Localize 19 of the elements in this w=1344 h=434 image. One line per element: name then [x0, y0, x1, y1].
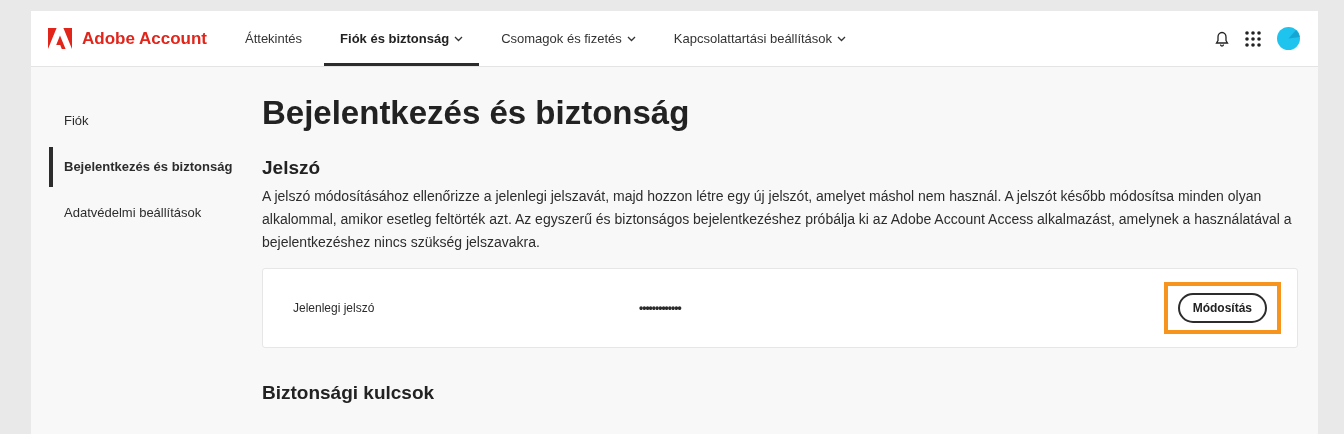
nav-tab[interactable]: Kapcsolattartási beállítások [657, 11, 863, 66]
sidebar-item[interactable]: Fiók [49, 101, 262, 141]
logo-icon [48, 27, 72, 50]
masked-password: ••••••••••••• [639, 301, 683, 315]
row-label: Jelenlegi jelszó [293, 301, 376, 315]
brand-name[interactable]: Adobe Account [82, 28, 207, 49]
section-title: Jelszó [262, 157, 322, 179]
change-button[interactable]: Módosítás [1177, 293, 1267, 323]
nav-tab[interactable]: Áttekintés [229, 11, 319, 66]
page-title: Bejelentkezés és biztonság [262, 93, 691, 133]
avatar-icon[interactable] [1277, 27, 1300, 50]
sidebar-item[interactable]: Bejelentkezés és biztonság [49, 147, 262, 187]
bell-icon[interactable] [1215, 30, 1229, 47]
nav-tab[interactable]: Fiók és biztonság [324, 11, 480, 66]
section-description: A jelszó módosításához ellenőrizze a jelenlegi jelszavát, majd hozzon létre egy új jelszót, amelyet máshol nem használ. A jelszót később módosítsa minden olyan alkalommal, amikor esetleg feltörték azt. Az egyszerű és biztonságos bejelentkezéshez próbálja ki az Adobe Account Access alkalmazást, amelynek a használatával a bejelentkezéshez nincs szükség jelszavakra. [262, 187, 1293, 252]
apps-grid-icon[interactable] [1245, 30, 1261, 47]
nav-tab[interactable]: Csomagok és fizetés [485, 11, 652, 66]
sidebar-item[interactable]: Adatvédelmi beállítások [49, 193, 262, 233]
section-title: Biztonsági kulcsok [262, 382, 436, 404]
